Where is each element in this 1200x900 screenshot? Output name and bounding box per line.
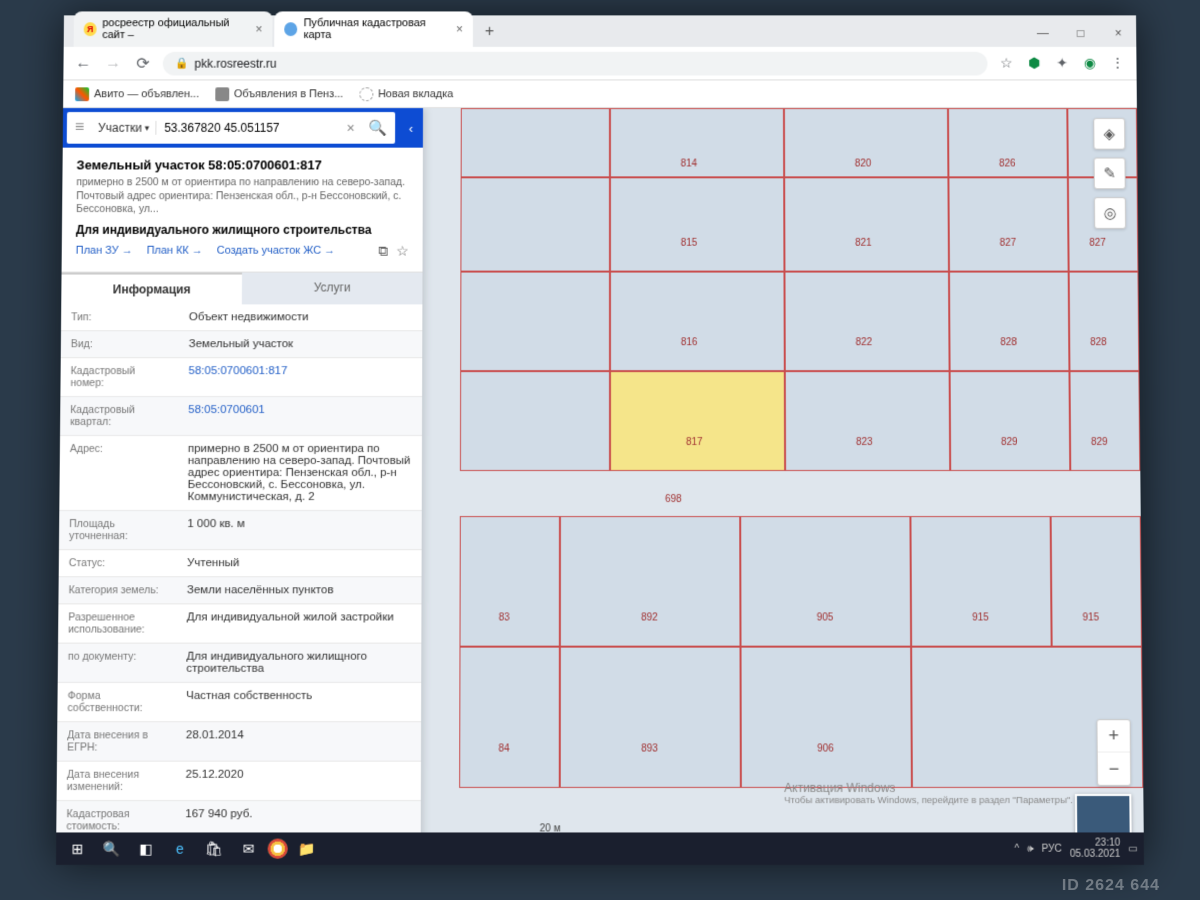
zoom-in-button[interactable]: + (1097, 720, 1129, 752)
start-button[interactable]: ⊞ (62, 836, 92, 862)
bookmark-avito[interactable]: Авито — объявлен... (75, 87, 199, 101)
clock-date: 05.03.2021 (1070, 849, 1121, 860)
extensions-icon[interactable]: ✦ (1053, 54, 1071, 72)
pencil-icon: ✎ (1103, 164, 1116, 182)
star-icon[interactable]: ☆ (997, 54, 1015, 72)
close-icon[interactable]: × (456, 22, 463, 36)
bookmark-penza[interactable]: Объявления в Пенз... (215, 87, 343, 101)
parcel-action-links: План ЗУ → План КК → Создать участок ЖС →… (76, 243, 409, 260)
url-input[interactable]: 🔒 pkk.rosreestr.ru (163, 51, 988, 75)
search-icon[interactable]: 🔍 (361, 119, 396, 137)
menu-icon[interactable]: ⋮ (1109, 54, 1127, 72)
tab-services[interactable]: Услуги (242, 272, 423, 304)
parcel-usage: Для индивидуального жилищного строительс… (76, 223, 409, 237)
info-table: Тип:Объект недвижимости Вид:Земельный уч… (56, 304, 422, 846)
window-close-button[interactable]: × (1100, 19, 1136, 47)
chevron-down-icon: ▾ (145, 122, 150, 133)
tab-title: Публичная кадастровая карта (303, 17, 450, 41)
monitor-frame: Я росреестр официальный сайт – × Публичн… (56, 15, 1144, 865)
taskbar-search-icon[interactable]: 🔍 (96, 836, 126, 862)
network-icon[interactable]: 🕪 (1027, 843, 1033, 854)
address-bar: ← → ⟳ 🔒 pkk.rosreestr.ru ☆ ⬢ ✦ ◉ ⋮ (63, 47, 1136, 81)
lang-indicator[interactable]: РУС (1042, 843, 1062, 854)
taskview-icon[interactable]: ◧ (131, 836, 161, 862)
info-panel: ≡ Участки▾ × 🔍 ‹ Земельный участок 58:05… (56, 108, 423, 847)
tray-chevron-icon[interactable]: ^ (1014, 843, 1019, 854)
search-input[interactable] (156, 121, 340, 135)
map-tools: ◈ ✎ ◎ (1093, 118, 1126, 229)
favorite-icon[interactable]: ☆ (396, 243, 409, 260)
layers-button[interactable]: ◈ (1093, 118, 1125, 150)
cadastral-number-link[interactable]: 58:05:0700601:817 (180, 358, 422, 396)
browser-tab-inactive[interactable]: Я росреестр официальный сайт – × (74, 11, 273, 46)
pkk-favicon-icon (284, 22, 297, 36)
selected-parcel: 817 (610, 371, 785, 471)
back-icon[interactable]: ← (73, 54, 93, 72)
close-icon[interactable]: × (255, 22, 262, 36)
create-parcel-link[interactable]: Создать участок ЖС → (217, 245, 335, 257)
collapse-panel-button[interactable]: ‹ (399, 108, 423, 148)
search-type-dropdown[interactable]: Участки▾ (92, 121, 156, 135)
newtab-icon (359, 87, 373, 101)
minimap[interactable] (1075, 794, 1132, 835)
avito-icon (75, 87, 89, 101)
lock-icon: 🔒 (175, 57, 189, 70)
cadastral-quarter-link[interactable]: 58:05:0700601 (180, 397, 422, 435)
new-tab-button[interactable]: + (475, 17, 504, 47)
yandex-favicon-icon: Я (84, 22, 97, 36)
copy-icon[interactable]: ⧉ (378, 243, 388, 260)
tab-info[interactable]: Информация (61, 272, 242, 304)
zoom-out-button[interactable]: − (1098, 753, 1130, 785)
windows-activation-watermark: Активация Windows Чтобы активировать Win… (784, 781, 1073, 806)
window-minimize-button[interactable]: — (1025, 19, 1061, 47)
parcel-subtitle: примерно в 2500 м от ориентира по направ… (76, 176, 409, 217)
explorer-icon[interactable]: 📁 (292, 836, 322, 862)
tab-title: росреестр официальный сайт – (102, 17, 249, 41)
window-maximize-button[interactable]: □ (1063, 19, 1099, 47)
parcel-title: Земельный участок 58:05:0700601:817 (76, 158, 409, 173)
edge-icon[interactable]: e (165, 836, 195, 862)
browser-tab-active[interactable]: Публичная кадастровая карта × (274, 11, 473, 46)
plan-zu-link[interactable]: План ЗУ → (76, 245, 133, 257)
bookmarks-bar: Авито — объявлен... Объявления в Пенз...… (63, 80, 1137, 108)
clock-time: 23:10 (1070, 838, 1121, 849)
zoom-control: + − (1096, 719, 1131, 786)
locate-button[interactable]: ◎ (1094, 197, 1126, 229)
mail-icon[interactable]: ✉ (233, 836, 263, 862)
chevron-left-icon: ‹ (409, 120, 413, 135)
store-icon[interactable]: 🛍 (199, 836, 229, 862)
chrome-icon[interactable] (268, 839, 288, 859)
adblock-shield-icon[interactable]: ⬢ (1025, 54, 1043, 72)
photo-watermark: ID 2624 644 (1062, 877, 1160, 895)
forward-icon[interactable]: → (103, 54, 123, 72)
clear-icon[interactable]: × (340, 120, 360, 136)
browser-tabstrip: Я росреестр официальный сайт – × Публичн… (64, 15, 1137, 47)
crosshair-icon: ◎ (1103, 204, 1116, 222)
draw-button[interactable]: ✎ (1094, 158, 1126, 190)
app-content: 814 820 826 815 821 827 827 816 822 828 … (56, 108, 1144, 847)
layers-icon: ◈ (1103, 125, 1115, 143)
search-bar: ≡ Участки▾ × 🔍 ‹ (63, 108, 423, 148)
bookmark-newtab[interactable]: Новая вкладка (359, 87, 453, 101)
notifications-icon[interactable]: ▭ (1128, 843, 1138, 854)
profile-shield-icon[interactable]: ◉ (1081, 54, 1099, 72)
menu-icon[interactable]: ≡ (67, 119, 92, 137)
url-text: pkk.rosreestr.ru (194, 56, 276, 70)
plan-kk-link[interactable]: План КК → (147, 245, 203, 257)
windows-taskbar: ⊞ 🔍 ◧ e 🛍 ✉ 📁 ^ 🕪 РУС 23:10 05.03.2021 ▭ (56, 832, 1144, 864)
reload-icon[interactable]: ⟳ (133, 53, 153, 73)
grid-icon (215, 87, 229, 101)
